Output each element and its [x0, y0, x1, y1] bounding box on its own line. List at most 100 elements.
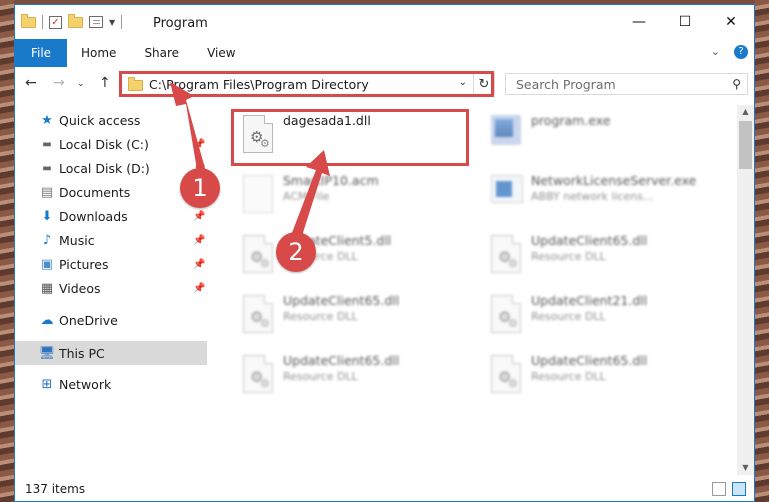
- dll-gear-icon: ⚙ ⚙: [243, 235, 275, 275]
- checkmark-icon[interactable]: ✓: [49, 15, 62, 29]
- back-arrow-icon[interactable]: ←: [25, 75, 37, 91]
- search-icon[interactable]: ⚲: [732, 77, 741, 91]
- music-icon: ♪: [42, 232, 52, 248]
- recent-locations-icon[interactable]: ⌄: [77, 79, 85, 89]
- file-item[interactable]: ⚙ ⚙ UpdateClient5.dll Resource DLL: [237, 229, 477, 281]
- caption-buttons: — ☐ ✕: [616, 5, 754, 39]
- file-type: Resource DLL: [283, 310, 358, 323]
- sidebar-item-label: Local Disk (D:): [59, 160, 150, 176]
- view-toggle: [712, 482, 746, 496]
- file-item[interactable]: ⚙ ⚙ UpdateClient65.dll Resource DLL: [485, 229, 725, 281]
- sidebar-item-label: Downloads: [59, 208, 128, 224]
- forward-arrow-icon[interactable]: →: [53, 75, 65, 91]
- sidebar-item-this-pc[interactable]: 🖥 This PC: [15, 341, 207, 365]
- close-button[interactable]: ✕: [708, 5, 754, 39]
- star-icon: ★: [41, 112, 53, 128]
- title-bar: ✓ ▼ Program — ☐ ✕: [15, 5, 754, 39]
- sidebar-item-music[interactable]: ♪ Music 📌: [15, 229, 207, 251]
- download-icon: ⬇: [41, 208, 53, 224]
- status-bar: 137 items: [15, 477, 754, 501]
- expand-ribbon-icon[interactable]: ⌄: [711, 45, 720, 59]
- file-type: ACM File: [283, 190, 330, 203]
- sidebar-item-label: Documents: [59, 184, 131, 200]
- file-name: UpdateClient65.dll: [531, 353, 648, 368]
- file-type: Resource DLL: [283, 370, 358, 383]
- sidebar-item-label: Music: [59, 232, 95, 248]
- navigation-pane: ★ Quick access ▬ Local Disk (C:) 📌 ▬ Loc…: [15, 105, 207, 469]
- address-row: ← → ⌄ ↑ C:\Program Files\Program Directo…: [15, 67, 754, 101]
- drive-icon: ▬: [42, 138, 52, 150]
- new-folder-icon[interactable]: [68, 13, 83, 28]
- sidebar-item-network[interactable]: ⊞ Network: [15, 373, 207, 395]
- network-icon: ⊞: [41, 376, 53, 392]
- file-name: UpdateClient65.dll: [283, 293, 400, 308]
- sidebar-item-label: Videos: [59, 280, 101, 296]
- file-type: ABBY network licens...: [531, 190, 654, 203]
- pin-icon[interactable]: 📌: [193, 235, 205, 246]
- acm-file-icon: [243, 175, 275, 215]
- scroll-up-icon[interactable]: ▲: [737, 105, 754, 119]
- sidebar-item-quick-access[interactable]: ★ Quick access: [15, 109, 207, 131]
- file-item[interactable]: ⚙ ⚙ UpdateClient65.dll Resource DLL: [485, 349, 725, 401]
- file-item[interactable]: ⚙ ⚙ UpdateClient21.dll Resource DLL: [485, 289, 725, 341]
- file-item[interactable]: program.exe: [485, 109, 725, 161]
- drive-icon: ▬: [42, 162, 52, 174]
- documents-icon: ▤: [40, 184, 54, 200]
- customize-toolbar-icon[interactable]: ▼: [109, 18, 115, 27]
- file-name: UpdateClient65.dll: [531, 233, 648, 248]
- file-item[interactable]: ⚙ ⚙ UpdateClient65.dll Resource DLL: [237, 289, 477, 341]
- program-icon: [491, 115, 523, 155]
- quick-access-toolbar: ✓ ▼: [21, 13, 123, 29]
- sidebar-item-label: Quick access: [59, 112, 141, 128]
- up-arrow-icon[interactable]: ↑: [99, 75, 111, 91]
- cloud-icon: ☁: [40, 312, 54, 328]
- sidebar-item-label: OneDrive: [59, 312, 118, 328]
- file-item[interactable]: SmartIP10.acm ACM File: [237, 169, 477, 221]
- pin-icon[interactable]: 📌: [193, 139, 205, 150]
- explorer-window: ✓ ▼ Program — ☐ ✕ File Home Share View ⌄…: [14, 4, 755, 502]
- desktop-background-right: [755, 0, 769, 502]
- folder-icon: [21, 13, 36, 28]
- search-input[interactable]: [514, 75, 718, 93]
- large-icons-view-icon[interactable]: [732, 482, 746, 496]
- pin-icon[interactable]: 📌: [193, 283, 205, 294]
- videos-icon: ▦: [40, 280, 54, 296]
- exe-icon: [491, 175, 523, 215]
- file-name: NetworkLicenseServer.exe: [531, 173, 697, 188]
- tab-share[interactable]: Share: [130, 39, 193, 67]
- scroll-thumb[interactable]: [739, 121, 752, 169]
- tab-file[interactable]: File: [15, 39, 67, 67]
- file-highlight-box: [231, 109, 469, 166]
- file-name: UpdateClient21.dll: [531, 293, 648, 308]
- search-box[interactable]: ⚲: [505, 73, 748, 95]
- sidebar-item-downloads[interactable]: ⬇ Downloads 📌: [15, 205, 207, 227]
- vertical-scrollbar[interactable]: ▲ ▼: [737, 105, 754, 475]
- file-name: program.exe: [531, 113, 611, 128]
- sidebar-item-local-disk-d[interactable]: ▬ Local Disk (D:) 📌: [15, 157, 207, 179]
- ribbon-tabs: File Home Share View ⌄ ?: [15, 39, 754, 67]
- pin-icon[interactable]: 📌: [193, 259, 205, 270]
- sidebar-item-videos[interactable]: ▦ Videos 📌: [15, 277, 207, 299]
- toolbar-divider: [121, 15, 123, 29]
- sidebar-item-documents[interactable]: ▤ Documents 📌: [15, 181, 207, 203]
- file-type: Resource DLL: [531, 310, 606, 323]
- sidebar-item-onedrive[interactable]: ☁ OneDrive: [15, 309, 207, 331]
- help-icon[interactable]: ?: [734, 45, 748, 59]
- details-view-icon[interactable]: [712, 482, 726, 496]
- maximize-button[interactable]: ☐: [662, 5, 708, 39]
- tab-home[interactable]: Home: [67, 39, 130, 67]
- scroll-down-icon[interactable]: ▼: [737, 461, 754, 475]
- ribbon-options: ⌄ ?: [711, 45, 748, 59]
- sidebar-item-local-disk-c[interactable]: ▬ Local Disk (C:) 📌: [15, 133, 207, 155]
- file-item[interactable]: ⚙ ⚙ UpdateClient65.dll Resource DLL: [237, 349, 477, 401]
- sidebar-item-pictures[interactable]: ▣ Pictures 📌: [15, 253, 207, 275]
- properties-icon[interactable]: [89, 16, 103, 28]
- dll-gear-icon: ⚙ ⚙: [491, 355, 523, 395]
- pin-icon[interactable]: 📌: [193, 211, 205, 222]
- tab-view[interactable]: View: [193, 39, 249, 67]
- file-item[interactable]: NetworkLicenseServer.exe ABBY network li…: [485, 169, 725, 221]
- pictures-icon: ▣: [40, 256, 54, 272]
- file-type: Resource DLL: [531, 250, 606, 263]
- minimize-button[interactable]: —: [616, 5, 662, 39]
- toolbar-divider: [42, 15, 43, 29]
